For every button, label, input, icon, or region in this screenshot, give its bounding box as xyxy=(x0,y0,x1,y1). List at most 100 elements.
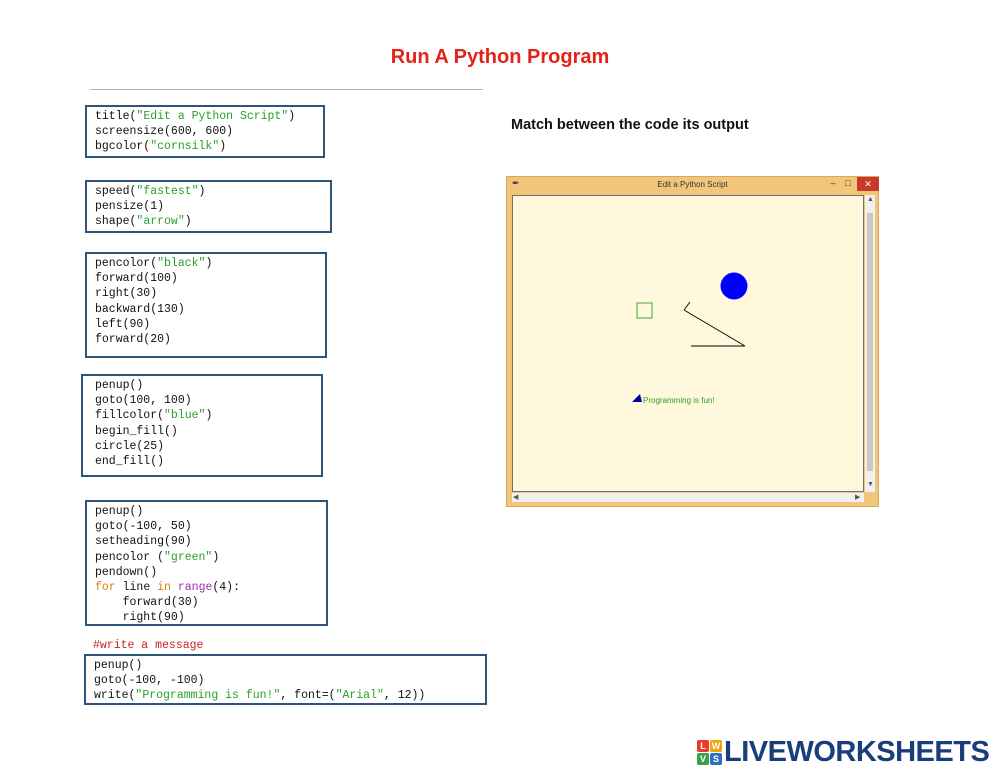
code-token: forward(30) xyxy=(95,596,199,610)
code-token: pendown() xyxy=(95,565,158,579)
code-token: circle(25) xyxy=(95,439,165,453)
code-token: , font=( xyxy=(280,689,336,703)
code-token: bgcolor( xyxy=(95,140,151,154)
minimize-icon[interactable]: – xyxy=(826,178,840,188)
code-token: pencolor ( xyxy=(95,550,165,564)
turtle-drawing xyxy=(632,272,748,402)
code-token: goto(-100, 50) xyxy=(95,520,192,534)
horizontal-scrollbar[interactable]: ◀ ▶ xyxy=(512,493,864,502)
scroll-up-icon[interactable]: ▲ xyxy=(867,196,874,203)
code-token: speed( xyxy=(95,185,137,198)
logo-tile: S xyxy=(710,752,722,765)
code-token: penup() xyxy=(95,379,144,392)
code-line: penup() xyxy=(95,378,321,393)
code-token: write( xyxy=(94,689,136,703)
code-line: pencolor("black") xyxy=(95,256,325,271)
code-token: pencolor( xyxy=(95,257,158,270)
code-token: penup() xyxy=(95,505,144,518)
code-token: "Arial" xyxy=(335,689,384,703)
code-line: goto(-100, -100) xyxy=(94,673,485,688)
code-token: screensize(600, 600) xyxy=(95,125,234,139)
code-line: forward(100) xyxy=(95,271,325,286)
code-line: penup() xyxy=(95,504,326,519)
code-block-5[interactable]: penup() goto(-100, 50) setheading(90) penco… xyxy=(85,500,328,626)
code-token: "black" xyxy=(157,257,206,270)
code-token: ) xyxy=(198,185,206,198)
liveworksheets-logo: L W V S LIVEWORKSHEETS xyxy=(697,735,990,768)
logo-text: LIVEWORKSHEETS xyxy=(724,735,990,768)
code-token: goto(100, 100) xyxy=(95,394,192,408)
code-line: right(30) xyxy=(95,286,325,301)
code-comment: #write a message xyxy=(93,639,204,652)
code-line: fillcolor("blue") xyxy=(95,408,321,423)
code-line: penup() xyxy=(94,658,485,673)
turtle-window[interactable]: ✒ Edit a Python Script – □ ✕ Programming… xyxy=(506,176,879,507)
code-token: in xyxy=(157,581,171,595)
code-token: shape( xyxy=(95,215,137,229)
code-token: title( xyxy=(95,110,137,123)
code-token: end_fill() xyxy=(95,455,165,469)
code-line: pendown() xyxy=(95,565,326,580)
close-icon[interactable]: ✕ xyxy=(857,177,879,191)
code-token: right(90) xyxy=(95,611,185,625)
turtle-canvas[interactable]: Programming is fun! xyxy=(512,195,864,492)
code-line: for line in range(4): xyxy=(95,580,326,595)
code-token: right(30) xyxy=(95,287,158,301)
code-text: speed("fastest") pensize(1) shape("arrow") xyxy=(95,184,330,230)
code-token: "green" xyxy=(164,550,213,564)
code-block-6[interactable]: penup() goto(-100, -100) write("Programmin… xyxy=(84,654,487,705)
code-line: forward(30) xyxy=(95,595,326,610)
code-block-1[interactable]: title("Edit a Python Script") screensize(… xyxy=(85,105,325,158)
instruction-text: Match between the code its output xyxy=(511,117,749,133)
code-line: speed("fastest") xyxy=(95,184,330,199)
code-token: ) xyxy=(288,110,296,123)
black-line-2 xyxy=(683,309,746,347)
vertical-scrollbar[interactable]: ▲ ▼ xyxy=(865,195,875,492)
code-token: "arrow" xyxy=(136,215,185,229)
code-text: penup() goto(-100, -100) write("Programmin… xyxy=(94,658,485,704)
code-line: backward(130) xyxy=(95,302,325,317)
code-line: goto(-100, 50) xyxy=(95,519,326,534)
scrollbar-thumb[interactable] xyxy=(867,213,873,471)
scroll-right-icon[interactable]: ▶ xyxy=(855,493,860,501)
code-token: ) xyxy=(205,257,213,270)
maximize-icon[interactable]: □ xyxy=(841,178,855,188)
code-token: line xyxy=(115,581,158,595)
scroll-left-icon[interactable]: ◀ xyxy=(513,493,518,501)
code-token: ) xyxy=(219,140,227,154)
code-line: shape("arrow") xyxy=(95,214,330,229)
page-title: Run A Python Program xyxy=(390,46,610,68)
code-text: pencolor("black") forward(100) right(30) ba… xyxy=(95,256,325,347)
code-token: forward(20) xyxy=(95,333,171,347)
code-block-3[interactable]: pencolor("black") forward(100) right(30) ba… xyxy=(85,252,327,358)
code-line: write("Programming is fun!", font=("Aria… xyxy=(94,688,485,703)
code-block-2[interactable]: speed("fastest") pensize(1) shape("arrow") xyxy=(85,180,332,233)
logo-tile: W xyxy=(710,739,722,752)
blue-circle xyxy=(720,272,748,300)
code-token: backward(130) xyxy=(95,302,185,316)
code-token: range xyxy=(177,581,213,595)
code-token: goto(-100, -100) xyxy=(94,674,205,688)
code-line: circle(25) xyxy=(95,439,321,454)
code-token: "Programming is fun!" xyxy=(135,689,281,703)
code-token: forward(100) xyxy=(95,272,178,286)
code-token: ) xyxy=(184,215,192,229)
black-line-1 xyxy=(683,301,691,311)
code-line: right(90) xyxy=(95,610,326,625)
code-line: pensize(1) xyxy=(95,199,330,214)
code-token: penup() xyxy=(94,659,143,672)
code-token: "Edit a Python Script" xyxy=(136,110,289,123)
code-token: pensize(1) xyxy=(95,200,165,214)
code-text: penup() goto(-100, 50) setheading(90) penco… xyxy=(95,504,326,626)
code-line: forward(20) xyxy=(95,332,325,347)
code-text: title("Edit a Python Script") screensize(… xyxy=(95,109,323,155)
window-titlebar[interactable]: ✒ Edit a Python Script – □ ✕ xyxy=(507,177,879,194)
code-token: , 12)) xyxy=(383,689,426,703)
turtle-arrow-icon xyxy=(632,394,642,402)
code-token: ) xyxy=(212,550,220,564)
title-rule xyxy=(90,89,483,90)
code-token: setheading(90) xyxy=(95,535,192,549)
code-block-4[interactable]: penup() goto(100, 100) fillcolor("blue") be… xyxy=(81,374,323,477)
scroll-down-icon[interactable]: ▼ xyxy=(867,481,874,488)
